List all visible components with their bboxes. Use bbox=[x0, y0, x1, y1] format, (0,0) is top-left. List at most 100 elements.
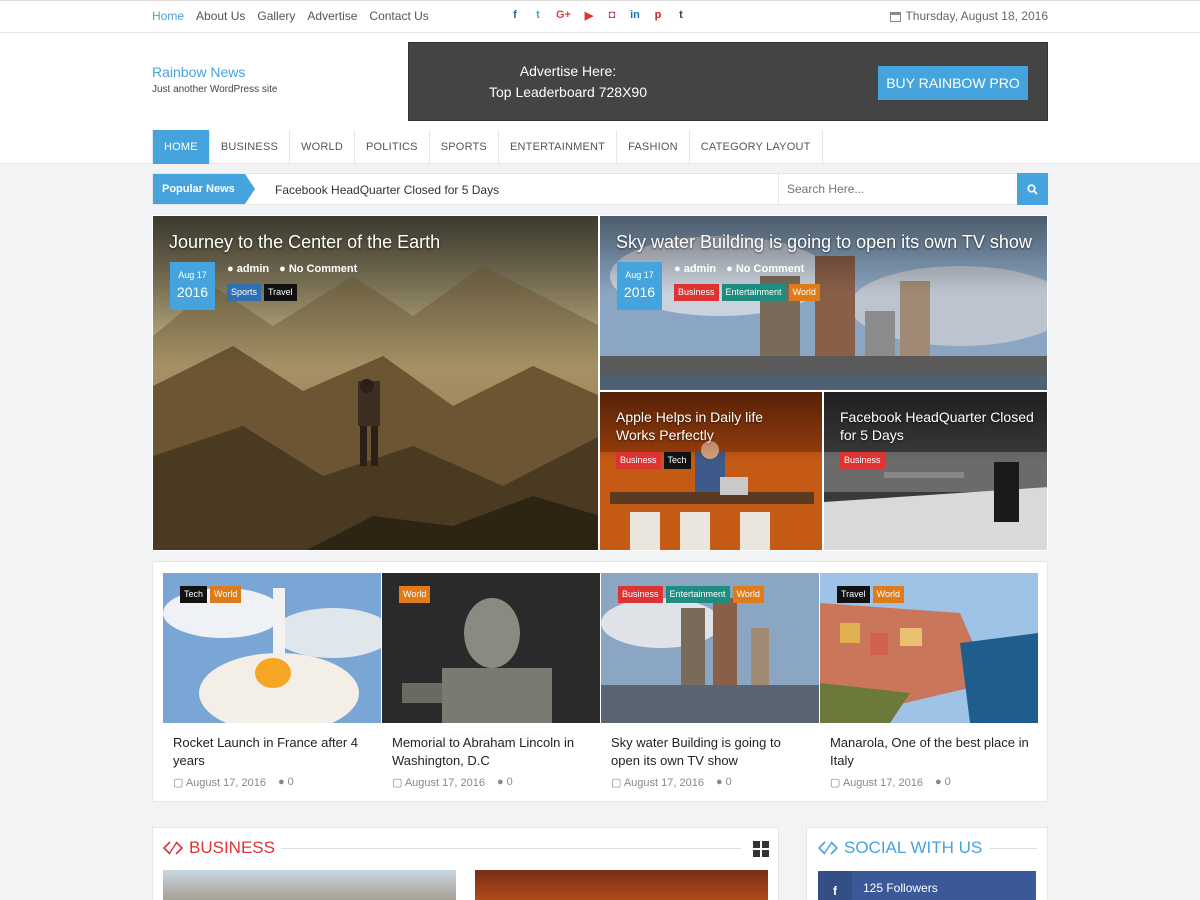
calendar-icon: ▢ bbox=[392, 777, 405, 789]
author-meta[interactable]: ● admin bbox=[227, 263, 269, 275]
comment-icon: ● bbox=[279, 263, 289, 275]
top-link-gallery[interactable]: Gallery bbox=[257, 9, 295, 23]
post-card-title[interactable]: Sky water Building is going to open its … bbox=[611, 734, 811, 770]
instagram-icon[interactable]: ◘ bbox=[607, 9, 617, 22]
post-card-title[interactable]: Rocket Launch in France after 4 years bbox=[173, 734, 373, 770]
top-link-contact[interactable]: Contact Us bbox=[369, 9, 428, 23]
nav-item-entertainment[interactable]: ENTERTAINMENT bbox=[499, 130, 618, 164]
post-card-image[interactable]: Tech World bbox=[163, 573, 381, 723]
calendar-icon: ▢ bbox=[611, 777, 624, 789]
tag-world[interactable]: World bbox=[399, 586, 431, 603]
post-card-image[interactable]: Travel World bbox=[820, 573, 1038, 723]
ticker-label: Popular News bbox=[153, 174, 255, 204]
tag-world[interactable]: World bbox=[732, 586, 764, 603]
author-name: admin bbox=[683, 263, 717, 275]
featured-post-top-right[interactable]: Sky water Building is going to open its … bbox=[599, 215, 1048, 391]
featured-top-right-title[interactable]: Sky water Building is going to open its … bbox=[616, 232, 1032, 253]
post-card-tags: Business Entertainment World bbox=[618, 586, 764, 603]
date-text: Thursday, August 18, 2016 bbox=[905, 9, 1048, 23]
twitter-icon[interactable]: t bbox=[533, 9, 543, 22]
comment-meta[interactable]: ● No Comment bbox=[279, 263, 357, 275]
tag-world[interactable]: World bbox=[872, 586, 905, 603]
tag-business[interactable]: Business bbox=[618, 586, 663, 603]
post-card-image[interactable]: Business Entertainment World bbox=[601, 573, 819, 723]
post-comments[interactable]: ● 0 bbox=[497, 776, 513, 789]
buy-pro-button[interactable]: BUY RAINBOW PRO bbox=[878, 66, 1028, 100]
featured-large-date: Aug 17 2016 bbox=[170, 262, 215, 310]
facebook-icon[interactable]: f bbox=[510, 9, 520, 22]
featured-post-small-1[interactable]: Apple Helps in Daily life Works Perfectl… bbox=[599, 391, 823, 551]
search-button[interactable] bbox=[1017, 173, 1048, 205]
top-link-about[interactable]: About Us bbox=[196, 9, 245, 23]
tag-tech[interactable]: Tech bbox=[180, 586, 208, 603]
nav-item-world[interactable]: WORLD bbox=[290, 130, 355, 164]
tag-travel[interactable]: Travel bbox=[264, 284, 297, 301]
user-icon: ● bbox=[227, 263, 237, 275]
ad-line-2: Top Leaderboard 728X90 bbox=[488, 84, 648, 100]
nav-item-category-layout[interactable]: CATEGORY LAYOUT bbox=[690, 130, 823, 164]
business-section: BUSINESS bbox=[152, 827, 779, 900]
tumblr-icon[interactable]: t bbox=[676, 9, 686, 22]
tag-business[interactable]: Business bbox=[840, 452, 885, 469]
business-post-image-2[interactable] bbox=[475, 870, 768, 900]
leaderboard-ad[interactable]: Advertise Here: Top Leaderboard 728X90 B… bbox=[408, 42, 1048, 121]
featured-small-1-title[interactable]: Apple Helps in Daily life Works Perfectl… bbox=[616, 408, 806, 444]
date-year: 2016 bbox=[176, 284, 209, 300]
author-meta[interactable]: ● admin bbox=[674, 263, 716, 275]
nav-item-home[interactable]: HOME bbox=[153, 130, 210, 164]
user-icon: ● bbox=[674, 263, 684, 275]
post-comment-count: 0 bbox=[725, 776, 732, 788]
nav-item-fashion[interactable]: FASHION bbox=[617, 130, 690, 164]
search-icon bbox=[1027, 183, 1038, 195]
post-date: ▢ August 17, 2016 bbox=[392, 776, 485, 789]
featured-post-small-2[interactable]: Facebook HeadQuarter Closed for 5 Days B… bbox=[823, 391, 1048, 551]
post-card[interactable]: Tech World Rocket Launch in France after… bbox=[163, 573, 381, 789]
featured-post-large[interactable]: Journey to the Center of the Earth Aug 1… bbox=[152, 215, 599, 551]
nav-item-business[interactable]: BUSINESS bbox=[210, 130, 291, 164]
ticker-headline[interactable]: Facebook HeadQuarter Closed for 5 Days bbox=[275, 183, 499, 197]
news-ticker: Popular News Facebook HeadQuarter Closed… bbox=[152, 173, 779, 205]
site-title[interactable]: Rainbow News bbox=[152, 64, 245, 80]
post-card[interactable]: World Memorial to Abraham Lincoln in Was… bbox=[382, 573, 600, 789]
linkedin-icon[interactable]: in bbox=[630, 9, 640, 22]
post-comments[interactable]: ● 0 bbox=[935, 776, 951, 789]
main-nav-list: HOME BUSINESS WORLD POLITICS SPORTS ENTE… bbox=[152, 130, 823, 164]
tag-world[interactable]: World bbox=[210, 586, 242, 603]
top-link-advertise[interactable]: Advertise bbox=[307, 9, 357, 23]
search-input[interactable] bbox=[779, 174, 1017, 204]
top-link-home[interactable]: Home bbox=[152, 9, 184, 23]
pinterest-icon[interactable]: p bbox=[653, 9, 663, 22]
facebook-followers-box[interactable]: f 125 Followers bbox=[818, 871, 1036, 900]
tag-sports[interactable]: Sports bbox=[227, 284, 262, 301]
tag-tech[interactable]: Tech bbox=[663, 452, 691, 469]
featured-top-right-tags: Business Entertainment World bbox=[674, 284, 820, 301]
tag-entertainment[interactable]: Entertainment bbox=[721, 284, 786, 301]
google-plus-icon[interactable]: G+ bbox=[556, 9, 571, 22]
featured-large-title[interactable]: Journey to the Center of the Earth bbox=[169, 232, 440, 253]
post-card-title[interactable]: Memorial to Abraham Lincoln in Washingto… bbox=[392, 734, 592, 770]
tag-world[interactable]: World bbox=[788, 284, 820, 301]
calendar-icon: ▢ bbox=[830, 777, 843, 789]
grid-view-icon[interactable] bbox=[753, 841, 769, 857]
tag-business[interactable]: Business bbox=[674, 284, 719, 301]
post-comments[interactable]: ● 0 bbox=[278, 776, 294, 789]
tag-entertainment[interactable]: Entertainment bbox=[665, 586, 730, 603]
nav-item-politics[interactable]: POLITICS bbox=[355, 130, 430, 164]
tag-travel[interactable]: Travel bbox=[837, 586, 870, 603]
facebook-icon: f bbox=[818, 871, 852, 900]
featured-small-2-tags: Business bbox=[840, 452, 885, 469]
post-comments[interactable]: ● 0 bbox=[716, 776, 732, 789]
tag-business[interactable]: Business bbox=[616, 452, 661, 469]
post-card[interactable]: Business Entertainment World Sky water B… bbox=[601, 573, 819, 789]
nav-item-sports[interactable]: SPORTS bbox=[430, 130, 499, 164]
youtube-icon[interactable]: ▶ bbox=[584, 9, 594, 22]
business-section-title[interactable]: BUSINESS bbox=[189, 838, 275, 858]
comment-meta[interactable]: ● No Comment bbox=[726, 263, 804, 275]
featured-top-right-meta: ● admin ● No Comment bbox=[674, 263, 804, 275]
post-card-title[interactable]: Manarola, One of the best place in Italy bbox=[830, 734, 1030, 770]
business-post-image-1[interactable] bbox=[163, 870, 456, 900]
post-card-image[interactable]: World bbox=[382, 573, 600, 723]
post-card[interactable]: Travel World Manarola, One of the best p… bbox=[820, 573, 1038, 789]
post-card-tags: Tech World bbox=[180, 586, 242, 603]
featured-small-2-title[interactable]: Facebook HeadQuarter Closed for 5 Days bbox=[840, 408, 1040, 444]
